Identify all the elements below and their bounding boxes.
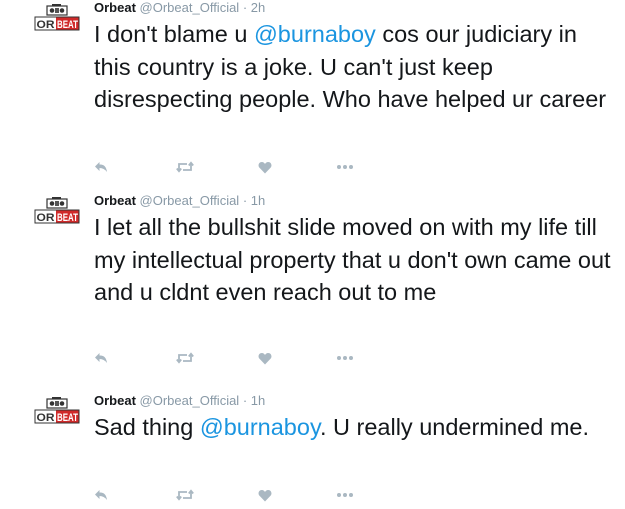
tweet-text: Sad thing @burnaboy. U really undermined… (94, 414, 590, 440)
avatar[interactable]: OR BEAT (34, 396, 80, 428)
more-icon[interactable] (336, 485, 354, 505)
tweet-actions (94, 485, 374, 505)
svg-text:OR: OR (37, 212, 55, 224)
reply-icon[interactable] (94, 157, 108, 177)
svg-text:BEAT: BEAT (57, 212, 78, 224)
reply-icon[interactable] (94, 348, 108, 368)
mention-link[interactable]: @burnaboy (254, 21, 376, 47)
svg-text:BEAT: BEAT (57, 412, 78, 424)
orbeat-logo-icon: OR BEAT (34, 397, 80, 424)
tweet-time[interactable]: 2h (251, 0, 265, 15)
author-handle[interactable]: @Orbeat_Official (140, 0, 240, 15)
tweet-actions (94, 348, 374, 368)
tweet-text: I don't blame u @burnaboy cos our judici… (94, 21, 607, 112)
tweet-time[interactable]: 1h (251, 193, 265, 208)
reply-icon[interactable] (94, 485, 108, 505)
svg-text:OR: OR (37, 19, 55, 31)
tweet-time[interactable]: 1h (251, 393, 265, 408)
author-name[interactable]: Orbeat (94, 0, 136, 15)
tweet-actions (94, 157, 374, 177)
avatar[interactable]: OR BEAT (34, 3, 80, 35)
tweet-text: I let all the bullshit slide moved on wi… (94, 214, 611, 305)
separator: · (242, 193, 248, 208)
mention-link[interactable]: @burnaboy (200, 414, 320, 440)
more-icon[interactable] (336, 348, 354, 368)
orbeat-logo-icon: OR BEAT (34, 4, 80, 31)
more-icon[interactable] (336, 157, 354, 177)
author-handle[interactable]: @Orbeat_Official (140, 393, 240, 408)
author-name[interactable]: Orbeat (94, 193, 136, 208)
separator: · (242, 393, 248, 408)
svg-text:OR: OR (37, 412, 55, 424)
retweet-icon[interactable] (176, 348, 194, 368)
retweet-icon[interactable] (176, 485, 194, 505)
orbeat-logo-icon: OR BEAT (34, 197, 80, 224)
tweet-header: Orbeat @Orbeat_Official · 2h (94, 0, 265, 16)
avatar[interactable]: OR BEAT (34, 196, 80, 228)
retweet-icon[interactable] (176, 157, 194, 177)
author-name[interactable]: Orbeat (94, 393, 136, 408)
tweet-header: Orbeat @Orbeat_Official · 1h (94, 193, 265, 209)
separator: · (242, 0, 248, 15)
heart-icon[interactable] (258, 348, 272, 368)
author-handle[interactable]: @Orbeat_Official (140, 193, 240, 208)
tweet-header: Orbeat @Orbeat_Official · 1h (94, 393, 265, 409)
heart-icon[interactable] (258, 157, 272, 177)
heart-icon[interactable] (258, 485, 272, 505)
svg-text:BEAT: BEAT (57, 19, 78, 31)
